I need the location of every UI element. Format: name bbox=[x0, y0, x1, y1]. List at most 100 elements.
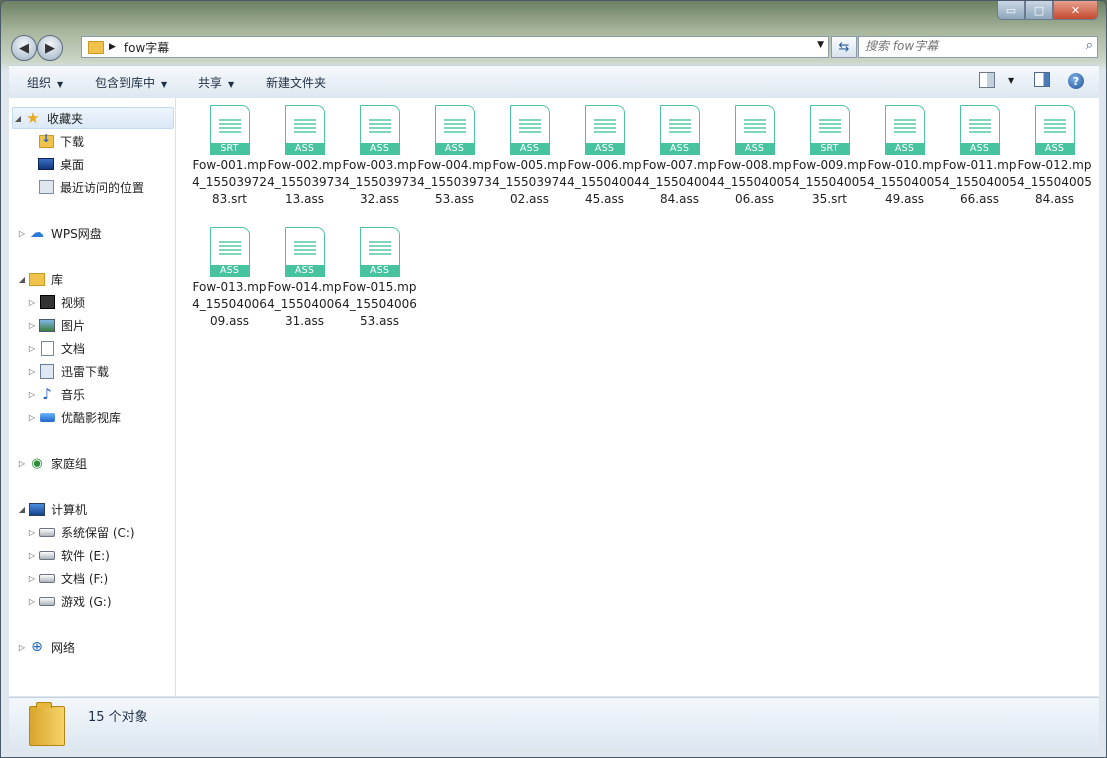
minimize-button[interactable]: ▭ bbox=[997, 1, 1025, 20]
nav-desktop[interactable]: 桌面 bbox=[38, 154, 84, 174]
refresh-icon: ⇆ bbox=[838, 39, 850, 55]
nav-computer[interactable]: ◢ 计算机 bbox=[17, 499, 87, 519]
file-name: Fow-006.mp4_1550400445.ass bbox=[567, 158, 642, 206]
file-item[interactable]: ASS Fow-007.mp4_1550400484.ass bbox=[642, 98, 717, 208]
forward-button[interactable]: ▶ bbox=[37, 35, 63, 61]
breadcrumb-chevron-icon[interactable]: ▶ bbox=[109, 42, 116, 52]
help-button[interactable]: ? bbox=[1068, 73, 1084, 89]
file-name: Fow-008.mp4_1550400506.ass bbox=[717, 158, 792, 206]
nav-drive-f[interactable]: ▷ 文档 (F:) bbox=[27, 568, 108, 588]
file-type-badge: ASS bbox=[1034, 143, 1075, 155]
file-item[interactable]: ASS Fow-006.mp4_1550400445.ass bbox=[567, 98, 642, 208]
file-item[interactable]: ASS Fow-005.mp4_1550397402.ass bbox=[492, 98, 567, 208]
refresh-button[interactable]: ⇆ bbox=[831, 36, 857, 58]
expand-icon[interactable]: ▷ bbox=[27, 413, 37, 422]
expand-icon[interactable]: ▷ bbox=[27, 321, 37, 330]
file-item[interactable]: ASS Fow-012.mp4_1550400584.ass bbox=[1017, 98, 1092, 208]
subtitle-file-icon: SRT bbox=[809, 105, 850, 155]
navigation-pane: ◢★收藏夹 下载 桌面 最近访问的位置 ▷☁WPS网盘 ◢库 ▷视频 ▷图片 ▷… bbox=[9, 98, 176, 696]
close-button[interactable]: ✕ bbox=[1053, 1, 1098, 20]
file-item[interactable]: ASS Fow-014.mp4_1550400631.ass bbox=[267, 220, 342, 330]
share-menu[interactable]: 共享 ▼ bbox=[198, 74, 234, 91]
nav-drive-f-label: 文档 (F:) bbox=[61, 571, 109, 586]
nav-xunlei-label: 迅雷下载 bbox=[61, 364, 110, 379]
details-pane: 15 个对象 bbox=[9, 697, 1099, 750]
expand-icon[interactable]: ◢ bbox=[13, 114, 23, 123]
chevron-down-icon[interactable]: ▼ bbox=[817, 40, 824, 50]
file-item[interactable]: ASS Fow-003.mp4_1550397332.ass bbox=[342, 98, 417, 208]
nav-network[interactable]: ▷ ⊕ 网络 bbox=[17, 637, 75, 657]
nav-wps-cloud[interactable]: ▷ ☁ WPS网盘 bbox=[17, 223, 102, 243]
file-item[interactable]: ASS Fow-011.mp4_1550400566.ass bbox=[942, 98, 1017, 208]
music-icon: ♪ bbox=[42, 385, 52, 403]
file-name: Fow-011.mp4_1550400566.ass bbox=[942, 158, 1017, 206]
collapse-icon[interactable]: ◢ bbox=[17, 505, 27, 514]
file-item[interactable]: ASS Fow-002.mp4_1550397313.ass bbox=[267, 98, 342, 208]
expand-icon[interactable]: ▷ bbox=[27, 551, 37, 560]
new-folder-button[interactable]: 新建文件夹 bbox=[266, 74, 326, 91]
nav-libraries[interactable]: ◢ 库 bbox=[17, 269, 63, 289]
file-name: Fow-009.mp4_1550400535.srt bbox=[792, 158, 867, 206]
nav-drive-c[interactable]: ▷ 系统保留 (C:) bbox=[27, 522, 135, 542]
chevron-down-icon: ▼ bbox=[57, 80, 64, 89]
expand-icon[interactable]: ▷ bbox=[17, 459, 27, 468]
nav-computer-label: 计算机 bbox=[51, 502, 88, 517]
expand-icon[interactable]: ▷ bbox=[27, 528, 37, 537]
nav-drive-g[interactable]: ▷ 游戏 (G:) bbox=[27, 591, 112, 611]
caption-buttons: ▭ □ ✕ bbox=[997, 1, 1098, 20]
include-library-menu[interactable]: 包含到库中 ▼ bbox=[95, 74, 167, 91]
nav-youku[interactable]: ▷ 优酷影视库 bbox=[27, 407, 121, 427]
file-item[interactable]: SRT Fow-009.mp4_1550400535.srt bbox=[792, 98, 867, 208]
organize-menu[interactable]: 组织 ▼ bbox=[27, 74, 63, 91]
file-item[interactable]: ASS Fow-013.mp4_1550400609.ass bbox=[192, 220, 267, 330]
nav-videos[interactable]: ▷ 视频 bbox=[27, 292, 85, 312]
subtitle-file-icon: ASS bbox=[584, 105, 625, 155]
file-item[interactable]: ASS Fow-015.mp4_1550400653.ass bbox=[342, 220, 417, 330]
expand-icon[interactable]: ▷ bbox=[27, 390, 37, 399]
nav-drive-e[interactable]: ▷ 软件 (E:) bbox=[27, 545, 110, 565]
file-item[interactable]: ASS Fow-004.mp4_1550397353.ass bbox=[417, 98, 492, 208]
search-box: ⌕ bbox=[858, 36, 1098, 58]
youku-icon bbox=[39, 412, 55, 422]
expand-icon[interactable]: ▷ bbox=[27, 574, 37, 583]
expand-icon[interactable]: ▷ bbox=[27, 344, 37, 353]
arrow-left-icon: ◀ bbox=[19, 40, 29, 56]
expand-icon[interactable]: ▷ bbox=[27, 298, 37, 307]
preview-pane-icon bbox=[1034, 72, 1050, 87]
nav-music[interactable]: ▷ ♪ 音乐 bbox=[27, 384, 85, 404]
address-bar[interactable]: ▶ fow字幕 ▼ bbox=[81, 36, 829, 58]
system-drive-icon bbox=[39, 527, 55, 537]
back-button[interactable]: ◀ bbox=[11, 35, 37, 61]
expand-icon[interactable]: ▷ bbox=[27, 367, 37, 376]
subtitle-file-icon: ASS bbox=[209, 227, 250, 277]
maximize-button[interactable]: □ bbox=[1025, 1, 1053, 20]
nav-recent[interactable]: 最近访问的位置 bbox=[38, 177, 144, 197]
change-view-button[interactable]: ▼ bbox=[979, 72, 1014, 88]
search-input[interactable] bbox=[859, 37, 1081, 55]
minimize-icon: ▭ bbox=[1005, 3, 1017, 17]
nav-downloads[interactable]: 下载 bbox=[38, 131, 84, 151]
nav-documents[interactable]: ▷ 文档 bbox=[27, 338, 85, 358]
file-item[interactable]: ASS Fow-010.mp4_1550400549.ass bbox=[867, 98, 942, 208]
desktop-icon bbox=[38, 158, 54, 170]
expand-icon[interactable]: ▷ bbox=[17, 229, 27, 238]
expand-icon[interactable]: ▷ bbox=[17, 643, 27, 652]
search-icon[interactable]: ⌕ bbox=[1086, 38, 1093, 53]
explorer-window: ▭ □ ✕ ◀ ▶ ▶ fow字幕 ▼ ⇆ ⌕ 组织 ▼ 包含到库中 ▼ 共享 ▼ 新… bbox=[0, 0, 1107, 758]
downloads-icon bbox=[38, 132, 54, 148]
nav-drive-c-label: 系统保留 (C:) bbox=[61, 525, 135, 540]
file-item[interactable]: SRT Fow-001.mp4_1550397283.srt bbox=[192, 98, 267, 208]
expand-icon[interactable]: ▷ bbox=[27, 597, 37, 606]
nav-favorites[interactable]: ◢ ★ 收藏夹 bbox=[12, 107, 174, 129]
file-item[interactable]: ASS Fow-008.mp4_1550400506.ass bbox=[717, 98, 792, 208]
nav-music-label: 音乐 bbox=[61, 387, 86, 402]
preview-pane-button[interactable] bbox=[1034, 72, 1050, 87]
nav-homegroup[interactable]: ▷ ◉ 家庭组 bbox=[17, 453, 87, 473]
collapse-icon[interactable]: ◢ bbox=[17, 275, 27, 284]
file-type-badge: SRT bbox=[809, 143, 850, 155]
breadcrumb-current[interactable]: fow字幕 bbox=[124, 39, 169, 56]
file-type-badge: ASS bbox=[359, 143, 400, 155]
nav-xunlei[interactable]: ▷ 迅雷下载 bbox=[27, 361, 109, 381]
nav-pictures[interactable]: ▷ 图片 bbox=[27, 315, 85, 335]
nav-recent-label: 最近访问的位置 bbox=[60, 180, 145, 195]
